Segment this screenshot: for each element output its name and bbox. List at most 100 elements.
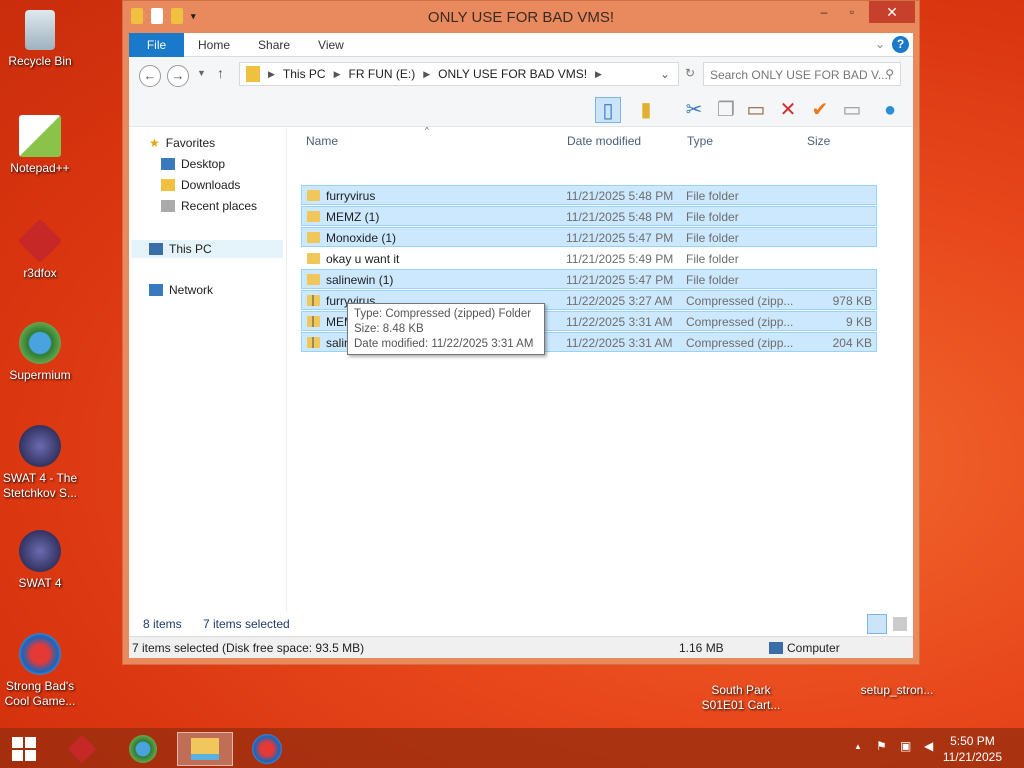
file-type: Compressed (zipp...	[686, 294, 794, 308]
action-center-flag-icon[interactable]: ⚑	[876, 739, 887, 753]
nav-recent-places[interactable]: Recent places	[161, 199, 257, 213]
desktop-icon-swat4-stetchkov[interactable]: SWAT 4 - The Stetchkov S...	[0, 425, 82, 501]
new-folder-icon[interactable]: ▮	[633, 97, 659, 123]
details-view-icon[interactable]	[867, 614, 887, 634]
nav-desktop[interactable]: Desktop	[161, 157, 225, 171]
windows-logo-icon	[12, 737, 36, 761]
folder-icon	[307, 232, 320, 243]
copy-icon[interactable]: ❐	[713, 97, 739, 123]
title-bar[interactable]: ▾ ONLY USE FOR BAD VMS! – ▫ ✕	[123, 1, 919, 33]
search-input[interactable]: Search ONLY USE FOR BAD V... ⚲	[703, 62, 901, 86]
file-name: okay u want it	[326, 252, 400, 266]
file-type: File folder	[686, 273, 739, 287]
column-type[interactable]: Type	[687, 134, 713, 148]
file-type: Compressed (zipp...	[686, 315, 794, 329]
tab-home[interactable]: Home	[184, 33, 244, 57]
preview-pane-icon[interactable]: ▯	[595, 97, 621, 123]
column-size[interactable]: Size	[807, 134, 830, 148]
desktop-icon-setup[interactable]: setup_stron...	[855, 683, 939, 698]
desktop-icon-supermium[interactable]: Supermium	[0, 322, 82, 383]
swat-icon	[19, 530, 61, 572]
file-size: 978 KB	[832, 294, 872, 308]
recycle-bin-icon	[25, 10, 55, 50]
desktop-icon-r3dfox[interactable]: r3dfox	[0, 218, 82, 281]
status-row: 8 items 7 items selected	[129, 612, 913, 636]
file-date: 11/21/2025 5:47 PM	[566, 231, 674, 245]
refresh-icon[interactable]: ↻	[685, 66, 695, 80]
file-explorer-icon	[191, 738, 219, 760]
cut-icon[interactable]: ✂	[681, 97, 707, 123]
close-button[interactable]: ✕	[869, 1, 915, 23]
tab-view[interactable]: View	[304, 33, 358, 57]
desktop-icon-notepadpp[interactable]: Notepad++	[0, 115, 82, 176]
breadcrumb-drive[interactable]: FR FUN (E:)	[349, 67, 416, 81]
recent-locations-icon[interactable]: ▼	[197, 68, 206, 78]
nav-downloads[interactable]: Downloads	[161, 178, 240, 192]
breadcrumb-folder[interactable]: ONLY USE FOR BAD VMS!	[438, 67, 587, 81]
desktop-icon-swat4[interactable]: SWAT 4	[0, 530, 82, 591]
desktop-icon	[161, 158, 175, 170]
forward-button[interactable]: →	[167, 65, 189, 87]
help-icon[interactable]: ?	[892, 36, 909, 53]
file-date: 11/21/2025 5:48 PM	[566, 189, 674, 203]
rename-icon[interactable]: ✔	[807, 97, 833, 123]
delete-icon[interactable]: ✕	[775, 97, 801, 123]
tooltip: Type: Compressed (zipped) Folder Size: 8…	[347, 303, 545, 355]
minimize-button[interactable]: –	[811, 1, 837, 23]
file-list: Name ^ Date modified Type Size furryviru…	[301, 126, 881, 612]
clock-date: 11/21/2025	[942, 750, 1002, 764]
folder-icon	[307, 274, 320, 285]
file-row[interactable]: furryvirus 11/21/2025 5:48 PM File folde…	[301, 185, 877, 205]
column-date[interactable]: Date modified	[567, 134, 641, 148]
taskbar-r3dfox[interactable]	[60, 732, 104, 766]
nav-this-pc[interactable]: This PC	[131, 240, 283, 258]
up-icon[interactable]: ↑	[217, 65, 224, 81]
file-date: 11/22/2025 3:31 AM	[566, 315, 673, 329]
file-type: Compressed (zipp...	[686, 336, 794, 350]
breadcrumb-this-pc[interactable]: This PC	[283, 67, 326, 81]
tooltip-type: Type: Compressed (zipped) Folder	[354, 308, 532, 320]
show-hidden-icons[interactable]: ▲	[854, 742, 862, 751]
address-bar[interactable]: ▶ This PC ▶ FR FUN (E:) ▶ ONLY USE FOR BAD …	[239, 62, 679, 86]
taskbar-strongbad[interactable]	[245, 732, 289, 766]
desktop-icon-recycle-bin[interactable]: Recycle Bin	[0, 10, 82, 69]
desktop-icon-southpark[interactable]: South Park S01E01 Cart...	[699, 683, 783, 713]
large-icons-view-icon[interactable]	[893, 617, 907, 631]
nav-network[interactable]: Network	[149, 283, 213, 297]
properties-icon[interactable]: ▭	[839, 97, 865, 123]
file-row[interactable]: salinewin (1) 11/21/2025 5:47 PM File fo…	[301, 269, 877, 289]
status-size: 1.16 MB	[679, 641, 724, 655]
maximize-button[interactable]: ▫	[839, 1, 865, 23]
column-headers: Name ^ Date modified Type Size	[301, 126, 881, 152]
file-row[interactable]: MEMZ (1) 11/21/2025 5:48 PM File folder	[301, 206, 877, 226]
column-name[interactable]: Name	[306, 134, 338, 148]
file-row[interactable]: Monoxide (1) 11/21/2025 5:47 PM File fol…	[301, 227, 877, 247]
status-selection-text: 7 items selected (Disk free space: 93.5 …	[132, 641, 365, 655]
globe-icon[interactable]: ●	[877, 97, 903, 123]
strongbad-icon	[252, 734, 282, 764]
back-button[interactable]: ←	[139, 65, 161, 87]
taskbar-file-explorer[interactable]	[177, 732, 233, 766]
supermium-icon	[19, 322, 61, 364]
volume-muted-icon[interactable]: ◀	[924, 739, 933, 753]
tab-share[interactable]: Share	[244, 33, 304, 57]
file-name: salinewin (1)	[326, 273, 394, 287]
r3dfox-icon	[17, 218, 63, 264]
paste-icon[interactable]: ▭	[743, 97, 769, 123]
desktop-icon-strongbad[interactable]: Strong Bad's Cool Game...	[0, 633, 82, 709]
tab-file[interactable]: File	[129, 32, 184, 57]
clock[interactable]: 5:50 PM 11/21/2025	[943, 733, 1002, 765]
taskbar-supermium[interactable]	[121, 732, 165, 766]
start-button[interactable]	[2, 732, 46, 766]
clock-time: 5:50 PM	[950, 734, 995, 748]
expand-ribbon-icon[interactable]: ⌄	[875, 37, 885, 51]
file-type: File folder	[686, 231, 739, 245]
address-dropdown-icon[interactable]: ⌄	[660, 67, 670, 81]
recent-places-icon	[161, 200, 175, 212]
nav-favorites[interactable]: ★ Favorites	[149, 136, 215, 150]
r3dfox-icon	[67, 734, 97, 764]
network-status-icon[interactable]: ▣	[900, 739, 911, 753]
file-row[interactable]: okay u want it 11/21/2025 5:49 PM File f…	[301, 248, 877, 268]
file-date: 11/21/2025 5:47 PM	[566, 273, 674, 287]
sort-indicator-icon: ^	[425, 126, 429, 135]
